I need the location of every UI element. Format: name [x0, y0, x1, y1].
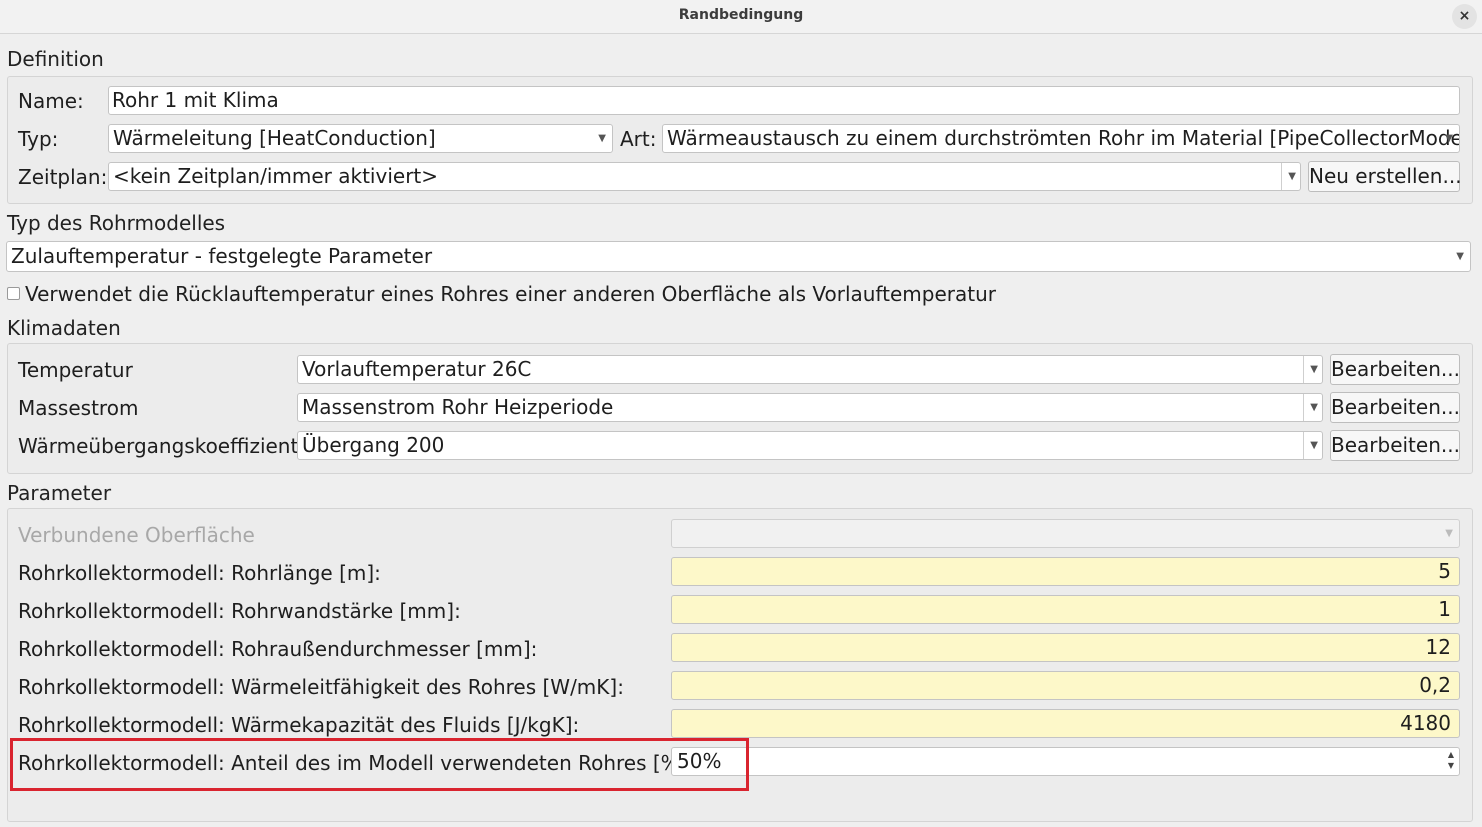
- pipe-model-section-title: Typ des Rohrmodelles: [7, 211, 226, 235]
- close-icon[interactable]: ×: [1452, 4, 1477, 29]
- chevron-down-icon: ▼: [1303, 432, 1318, 459]
- climate-row-label: Wärmeübergangskoeffizient: [18, 434, 299, 458]
- pipe-length-input[interactable]: 5: [671, 557, 1460, 586]
- name-label: Name:: [18, 89, 84, 113]
- param-label: Rohrkollektormodell: Rohraußendurchmesse…: [18, 637, 538, 661]
- definition-section-title: Definition: [7, 47, 104, 71]
- heat-capacity-input[interactable]: 4180: [671, 709, 1460, 738]
- wall-thickness-input[interactable]: 1: [671, 595, 1460, 624]
- chevron-down-icon: ▼: [1445, 528, 1453, 539]
- edit-temperature-button[interactable]: Bearbeiten...: [1330, 354, 1460, 385]
- outer-diameter-input[interactable]: 12: [671, 633, 1460, 662]
- edit-massflow-button[interactable]: Bearbeiten...: [1330, 392, 1460, 423]
- massflow-select[interactable]: Massenstrom Rohr Heizperiode ▼: [297, 393, 1323, 422]
- param-label: Rohrkollektormodell: Wärmeleitfähigkeit …: [18, 675, 624, 699]
- typ-select[interactable]: Wärmeleitung [HeatConduction] ▼: [108, 124, 613, 153]
- heat-transfer-select[interactable]: Übergang 200 ▼: [297, 431, 1323, 460]
- art-label: Art:: [620, 127, 657, 151]
- typ-label: Typ:: [18, 127, 59, 151]
- pipe-model-value: Zulauftemperatur - festgelegte Parameter: [11, 244, 433, 268]
- climate-row-label: Temperatur: [18, 358, 133, 382]
- climate-row-label: Massestrom: [18, 396, 139, 420]
- zeitplan-select[interactable]: <kein Zeitplan/immer aktiviert> ▼: [108, 162, 1301, 191]
- thermal-conductivity-input[interactable]: 0,2: [671, 671, 1460, 700]
- highlight-box: [10, 738, 749, 791]
- chevron-down-icon: ▼: [1445, 133, 1453, 144]
- param-label: Rohrkollektormodell: Wärmekapazität des …: [18, 713, 580, 737]
- art-value: Wärmeaustausch zu einem durchströmten Ro…: [667, 126, 1460, 150]
- param-label: Rohrkollektormodell: Rohrwandstärke [mm]…: [18, 599, 461, 623]
- temperature-select[interactable]: Vorlauftemperatur 26C ▼: [297, 355, 1323, 384]
- connected-surface-select: ▼: [671, 519, 1460, 548]
- use-return-temperature-label: Verwendet die Rücklauftemperatur eines R…: [25, 282, 996, 306]
- zeitplan-label: Zeitplan:: [18, 165, 108, 189]
- spin-arrows-icon[interactable]: ▲ ▼: [1445, 749, 1457, 774]
- climate-section-title: Klimadaten: [7, 316, 121, 340]
- zeitplan-value: <kein Zeitplan/immer aktiviert>: [113, 164, 439, 188]
- edit-heat-transfer-button[interactable]: Bearbeiten...: [1330, 430, 1460, 461]
- chevron-down-icon: ▼: [1303, 356, 1318, 383]
- chevron-down-icon: ▼: [1456, 251, 1464, 262]
- pipe-share-spinbox[interactable]: 50% ▲ ▼: [671, 747, 1460, 776]
- chevron-down-icon: ▼: [598, 133, 606, 144]
- heat-transfer-value: Übergang 200: [302, 433, 445, 457]
- typ-value: Wärmeleitung [HeatConduction]: [113, 126, 436, 150]
- pipe-model-select[interactable]: Zulauftemperatur - festgelegte Parameter…: [6, 241, 1471, 272]
- massflow-value: Massenstrom Rohr Heizperiode: [302, 395, 614, 419]
- chevron-down-icon: ▼: [1303, 394, 1318, 421]
- parameters-section-title: Parameter: [7, 481, 112, 505]
- use-return-temperature-checkbox[interactable]: [7, 287, 20, 300]
- connected-surface-label: Verbundene Oberfläche: [18, 523, 255, 547]
- chevron-down-icon: ▼: [1281, 163, 1296, 190]
- temperature-value: Vorlauftemperatur 26C: [302, 357, 532, 381]
- new-schedule-button[interactable]: Neu erstellen...: [1308, 161, 1462, 192]
- art-select[interactable]: Wärmeaustausch zu einem durchströmten Ro…: [662, 124, 1460, 153]
- name-input[interactable]: Rohr 1 mit Klima: [108, 86, 1460, 115]
- window-title: Randbedingung: [678, 7, 804, 23]
- param-label: Rohrkollektormodell: Rohrlänge [m]:: [18, 561, 381, 585]
